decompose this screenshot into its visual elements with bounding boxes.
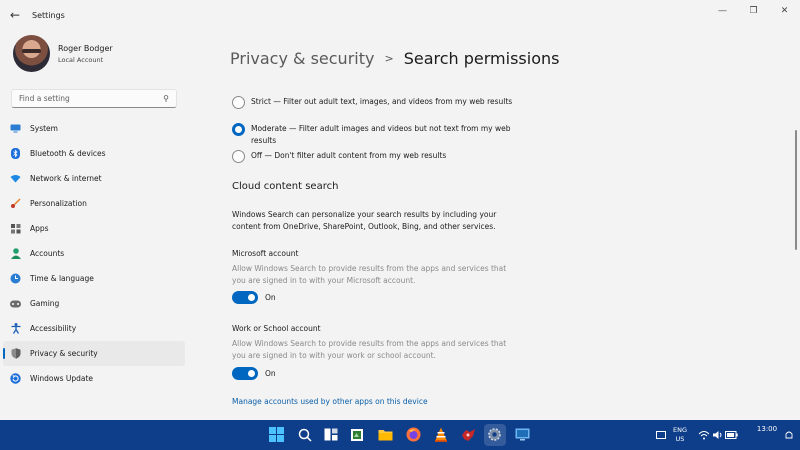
refresh-icon xyxy=(10,373,21,384)
sidebar-item-personalization[interactable]: Personalization xyxy=(3,191,185,216)
controller-icon xyxy=(10,298,21,309)
avatar xyxy=(13,35,50,72)
breadcrumb: Privacy & security > Search permissions xyxy=(230,49,559,68)
microsoft-account-toggle-row: On xyxy=(232,291,276,304)
manage-accounts-link[interactable]: Manage accounts used by other apps on th… xyxy=(232,397,428,406)
microsoft-account-heading: Microsoft account xyxy=(232,249,299,258)
accessibility-icon xyxy=(10,323,21,334)
sidebar-item-network[interactable]: Network & internet xyxy=(3,166,185,191)
app-title: Settings xyxy=(32,10,65,20)
minimize-icon[interactable]: — xyxy=(707,0,738,22)
sidebar-item-system[interactable]: System xyxy=(3,116,185,141)
sidebar-item-label: Time & language xyxy=(30,274,94,283)
sidebar-item-gaming[interactable]: Gaming xyxy=(3,291,185,316)
remote-desktop-icon[interactable] xyxy=(514,426,531,443)
firefox-icon[interactable] xyxy=(405,426,422,443)
radio-option-off[interactable]: Off — Don't filter adult content from my… xyxy=(232,150,513,163)
profile-account-type: Local Account xyxy=(58,55,104,64)
brush-icon xyxy=(10,198,21,209)
sidebar-item-label: System xyxy=(30,124,58,133)
sidebar-item-label: Bluetooth & devices xyxy=(30,149,106,158)
vlc-icon[interactable] xyxy=(432,426,449,443)
radio-label: Off — Don't filter adult content from my… xyxy=(251,151,447,160)
sidebar-item-time-language[interactable]: Time & language xyxy=(3,266,185,291)
search-icon[interactable] xyxy=(296,426,313,443)
sidebar-item-accounts[interactable]: Accounts xyxy=(3,241,185,266)
region-code: US xyxy=(675,435,685,443)
radio-label: Moderate — Filter adult images and video… xyxy=(251,124,511,145)
taskbar: ENG US 13:00 xyxy=(0,420,800,450)
window-controls: — ❐ ✕ xyxy=(707,0,800,22)
user-profile[interactable]: Roger Bodger Local Account xyxy=(13,35,113,72)
windows-start-icon[interactable] xyxy=(268,426,285,443)
battery-icon[interactable] xyxy=(723,426,740,443)
language-indicator[interactable]: ENG US xyxy=(668,426,692,444)
work-account-heading: Work or School account xyxy=(232,324,321,333)
microsoft-account-description: Allow Windows Search to provide results … xyxy=(232,264,507,285)
sidebar-item-label: Windows Update xyxy=(30,374,94,383)
person-icon xyxy=(10,248,21,259)
toggle-state-label: On xyxy=(265,293,276,302)
folder-icon[interactable] xyxy=(377,426,394,443)
toggle-state-label: On xyxy=(265,369,276,378)
sidebar-item-label: Apps xyxy=(30,224,49,233)
settings-gear-icon[interactable] xyxy=(486,426,503,443)
notifications-icon[interactable] xyxy=(780,426,797,443)
clock[interactable]: 13:00 xyxy=(752,425,782,434)
game-app-icon[interactable] xyxy=(460,426,477,443)
work-account-description: Allow Windows Search to provide results … xyxy=(232,339,507,360)
close-icon[interactable]: ✕ xyxy=(769,0,800,22)
sidebar-item-windows-update[interactable]: Windows Update xyxy=(3,366,185,391)
search-icon[interactable]: ⚲ xyxy=(163,94,169,103)
task-view-icon[interactable] xyxy=(322,426,339,443)
monitor-icon xyxy=(10,123,21,134)
notes-app-icon[interactable] xyxy=(348,426,365,443)
apps-icon xyxy=(10,223,21,234)
section-description: Windows Search can personalize your sear… xyxy=(232,210,497,231)
page-title: Search permissions xyxy=(403,49,560,68)
title-bar: ← Settings — ❐ ✕ xyxy=(0,0,800,30)
chevron-right-icon: > xyxy=(384,52,394,65)
breadcrumb-parent[interactable]: Privacy & security xyxy=(230,49,374,68)
microsoft-account-toggle[interactable] xyxy=(232,291,258,304)
sidebar-item-label: Accounts xyxy=(30,249,65,258)
scrollbar[interactable] xyxy=(795,130,797,250)
bluetooth-icon xyxy=(10,148,21,159)
sidebar-item-apps[interactable]: Apps xyxy=(3,216,185,241)
wifi-icon xyxy=(10,173,21,184)
sidebar-item-label: Privacy & security xyxy=(30,349,98,358)
maximize-icon[interactable]: ❐ xyxy=(738,0,769,22)
search-placeholder: Find a setting xyxy=(19,94,70,103)
sidebar-item-label: Gaming xyxy=(30,299,60,308)
shield-icon xyxy=(10,348,21,359)
sidebar-item-bluetooth[interactable]: Bluetooth & devices xyxy=(3,141,185,166)
back-arrow-icon[interactable]: ← xyxy=(0,0,30,30)
work-account-toggle[interactable] xyxy=(232,367,258,380)
sidebar-item-label: Personalization xyxy=(30,199,87,208)
sidebar-item-label: Network & internet xyxy=(30,174,102,183)
work-account-toggle-row: On xyxy=(232,367,276,380)
profile-name: Roger Bodger xyxy=(58,43,113,53)
radio-label: Strict — Filter out adult text, images, … xyxy=(251,97,513,106)
radio-option-strict[interactable]: Strict — Filter out adult text, images, … xyxy=(232,96,513,109)
radio-button[interactable] xyxy=(232,96,245,109)
search-input[interactable]: Find a setting ⚲ xyxy=(11,89,177,108)
sidebar-item-privacy-security[interactable]: Privacy & security xyxy=(3,341,185,366)
radio-button[interactable] xyxy=(232,150,245,163)
sidebar-nav: System Bluetooth & devices Network & int… xyxy=(3,116,185,391)
sidebar-item-label: Accessibility xyxy=(30,324,77,333)
language-code: ENG xyxy=(672,426,687,434)
radio-option-moderate[interactable]: Moderate — Filter adult images and video… xyxy=(232,123,513,147)
globe-clock-icon xyxy=(10,273,21,284)
show-hidden-icons[interactable] xyxy=(652,426,669,443)
radio-button-checked[interactable] xyxy=(232,123,245,136)
sidebar-item-accessibility[interactable]: Accessibility xyxy=(3,316,185,341)
section-title: Cloud content search xyxy=(232,181,339,192)
